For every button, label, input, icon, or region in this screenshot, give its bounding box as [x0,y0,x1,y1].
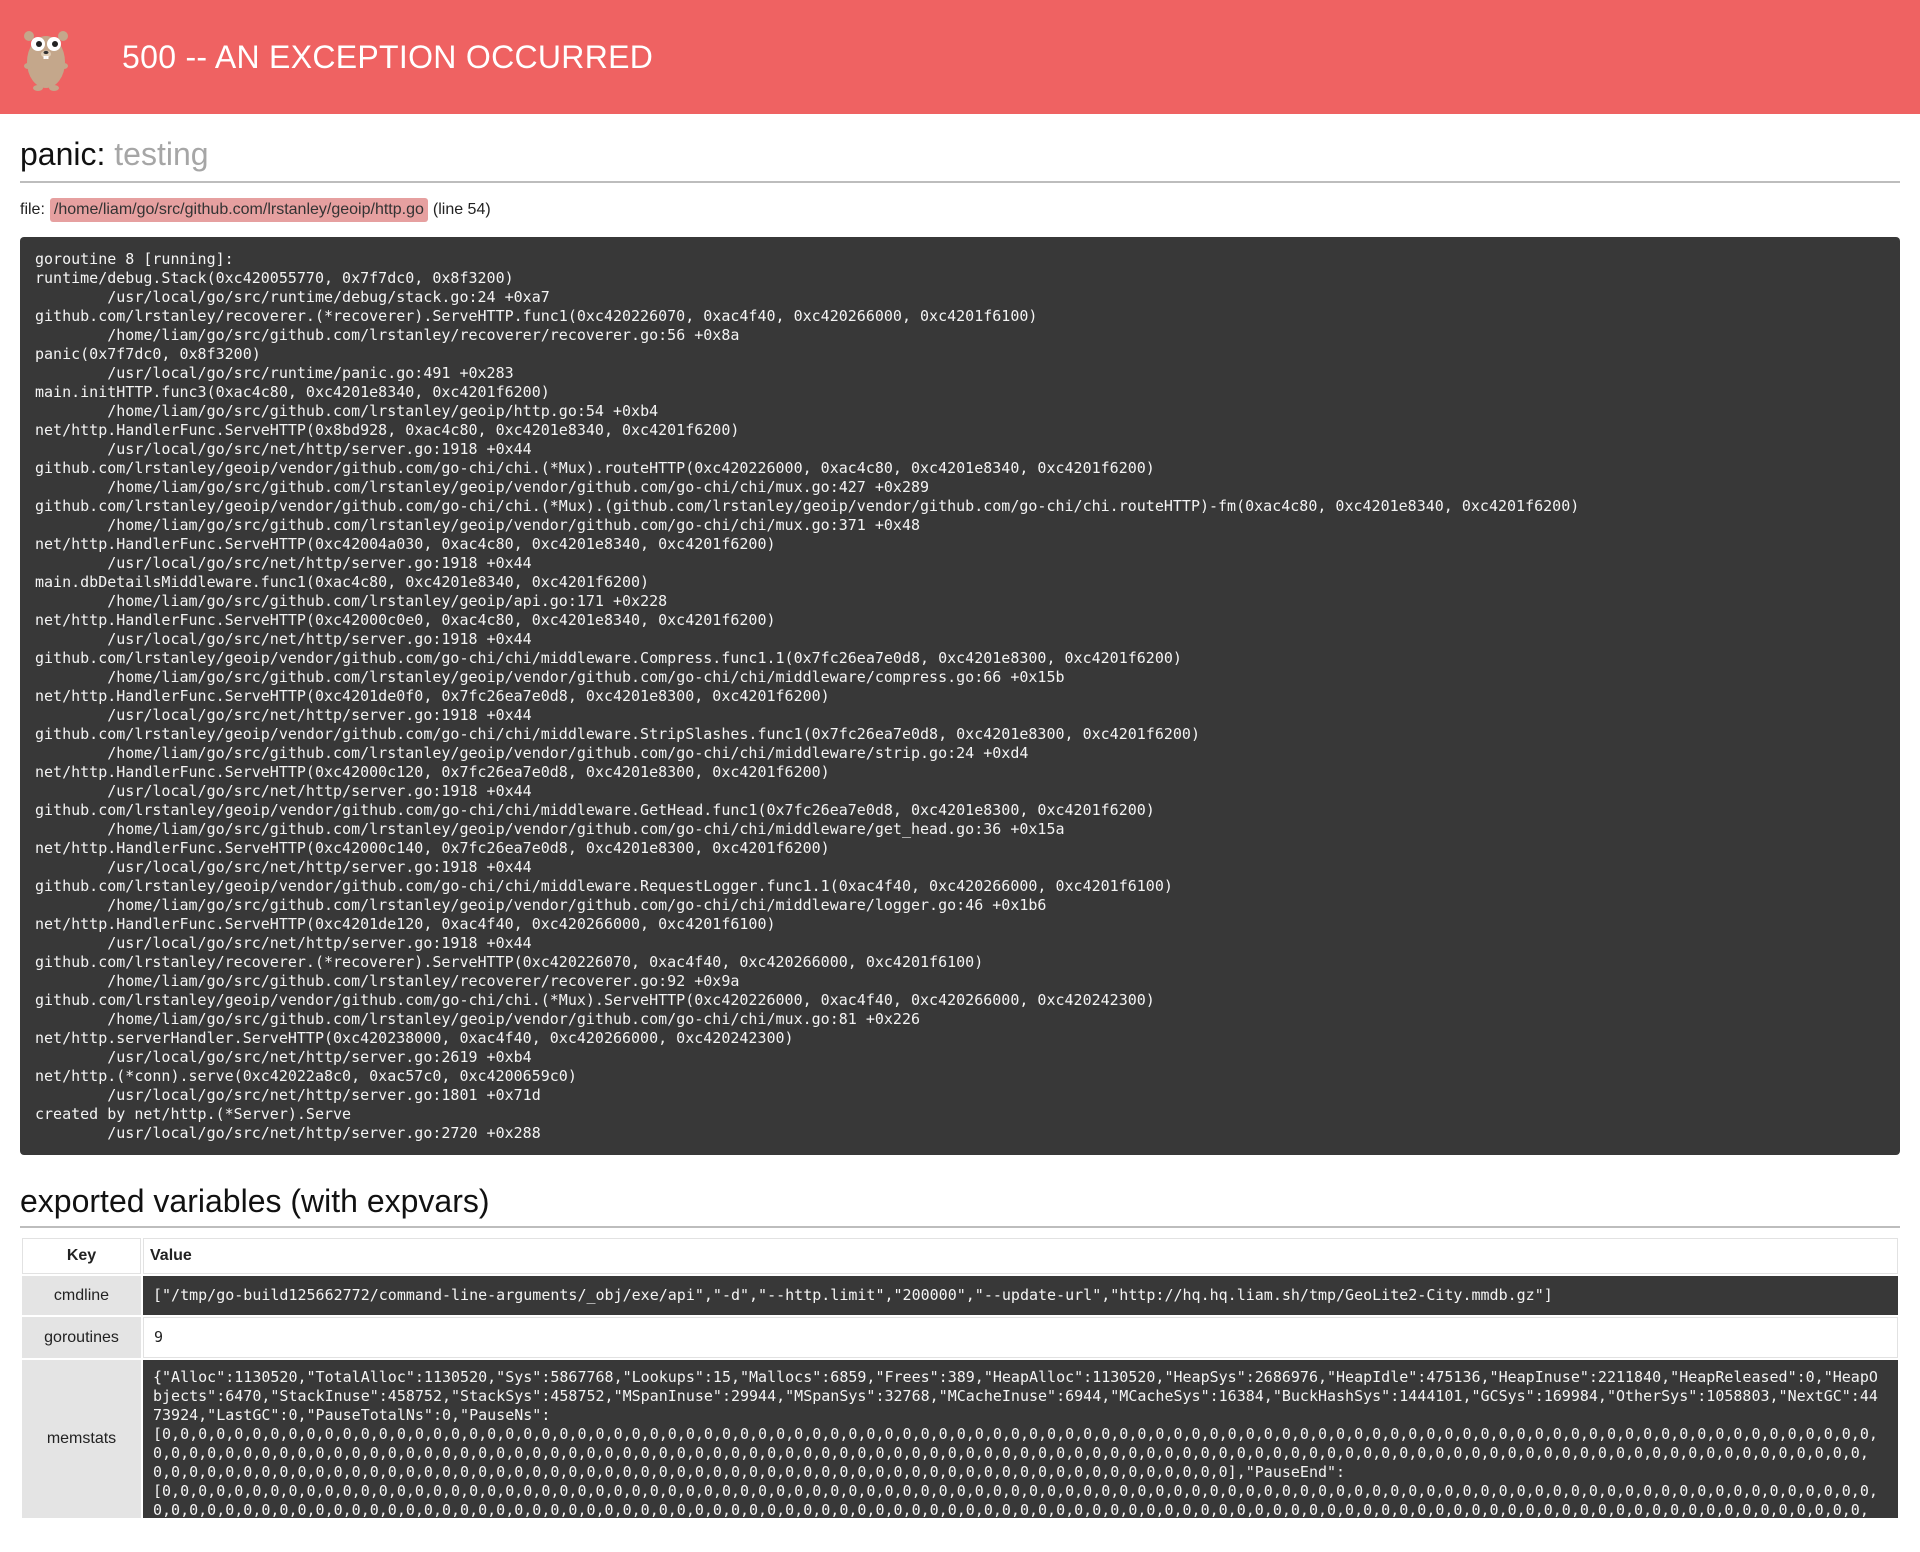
file-location: file: /home/liam/go/src/github.com/lrsta… [20,197,1900,223]
file-path: /home/liam/go/src/github.com/lrstanley/g… [49,198,428,222]
panic-label: panic: [20,136,106,172]
line-number: (line 54) [432,201,491,218]
row-value-memstats[interactable]: {"Alloc":1130520,"TotalAlloc":1130520,"S… [143,1360,1898,1518]
stacktrace-block[interactable]: goroutine 8 [running]: runtime/debug.Sta… [20,237,1900,1155]
main-content: panic: testing file: /home/liam/go/src/g… [0,136,1920,1520]
error-title: 500 -- AN EXCEPTION OCCURRED [122,38,654,75]
gopher-mascot-icon [24,31,68,91]
table-row: cmdline ["/tmp/go-build125662772/command… [22,1276,1898,1315]
memstats-text: {"Alloc":1130520,"TotalAlloc":1130520,"S… [153,1368,1878,1518]
expvars-heading: exported variables (with expvars) [20,1183,1900,1228]
panic-heading: panic: testing [20,136,1900,183]
column-header-key: Key [22,1238,141,1274]
row-key-cmdline: cmdline [22,1276,141,1315]
table-header-row: Key Value [22,1238,1898,1274]
stacktrace-text: goroutine 8 [running]: runtime/debug.Sta… [35,250,1580,1142]
column-header-value: Value [143,1238,1898,1274]
panic-message: testing [114,136,209,172]
row-value-cmdline: ["/tmp/go-build125662772/command-line-ar… [143,1276,1898,1315]
row-value-goroutines: 9 [143,1317,1898,1358]
row-key-goroutines: goroutines [22,1317,141,1358]
expvars-table: Key Value cmdline ["/tmp/go-build1256627… [20,1236,1900,1520]
table-row: goroutines 9 [22,1317,1898,1358]
error-header: 500 -- AN EXCEPTION OCCURRED [0,0,1920,114]
file-label: file: [20,201,45,218]
table-row: memstats {"Alloc":1130520,"TotalAlloc":1… [22,1360,1898,1518]
memstats-scroll-area[interactable]: {"Alloc":1130520,"TotalAlloc":1130520,"S… [153,1368,1882,1518]
row-key-memstats: memstats [22,1360,141,1518]
